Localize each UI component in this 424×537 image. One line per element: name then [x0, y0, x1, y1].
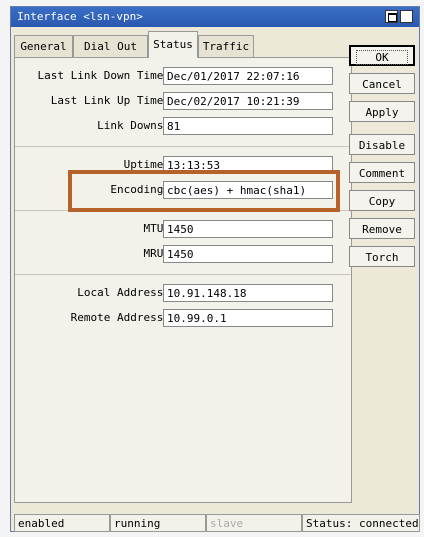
last-link-down-time-value: Dec/01/2017 22:07:16 — [163, 67, 333, 85]
local-address-value: 10.91.148.18 — [163, 284, 333, 302]
window-title: Interface <lsn-vpn> — [17, 10, 143, 23]
field-local-address: Local Address: 10.91.148.18 — [15, 284, 353, 302]
field-label: Last Link Down Time: — [37, 69, 170, 82]
encoding-value: cbc(aes) + hmac(sha1) — [163, 181, 333, 199]
status-running: running — [110, 514, 206, 532]
tab-traffic[interactable]: Traffic — [198, 35, 254, 57]
link-downs-value: 81 — [163, 117, 333, 135]
mtu-value: 1450 — [163, 220, 333, 238]
separator — [15, 146, 351, 147]
remove-button[interactable]: Remove — [349, 218, 415, 239]
disable-button[interactable]: Disable — [349, 134, 415, 155]
field-uptime: Uptime: 13:13:53 — [15, 156, 353, 174]
field-label: Remote Address: — [70, 311, 170, 324]
field-label: Link Downs: — [97, 119, 170, 132]
field-label: Local Address: — [77, 286, 170, 299]
tab-general[interactable]: General — [14, 35, 73, 57]
field-remote-address: Remote Address: 10.99.0.1 — [15, 309, 353, 327]
tab-status[interactable]: Status — [148, 31, 198, 58]
field-last-link-up-time: Last Link Up Time: Dec/02/2017 10:21:39 — [15, 92, 353, 110]
title-bar[interactable]: Interface <lsn-vpn> ✕ — [11, 7, 419, 27]
torch-button[interactable]: Torch — [349, 246, 415, 267]
last-link-up-time-value: Dec/02/2017 10:21:39 — [163, 92, 333, 110]
separator — [15, 274, 351, 275]
copy-button[interactable]: Copy — [349, 190, 415, 211]
cancel-button[interactable]: Cancel — [349, 73, 415, 94]
comment-button[interactable]: Comment — [349, 162, 415, 183]
status-bar: enabled running slave Status: connected — [14, 514, 420, 532]
field-encoding: Encoding: cbc(aes) + hmac(sha1) — [15, 181, 353, 199]
status-slave: slave — [206, 514, 302, 532]
field-mru: MRU: 1450 — [15, 245, 353, 263]
ok-button[interactable]: OK — [349, 45, 415, 66]
field-mtu: MTU: 1450 — [15, 220, 353, 238]
status-connected: Status: connected — [302, 514, 420, 532]
mru-value: 1450 — [163, 245, 333, 263]
uptime-value: 13:13:53 — [163, 156, 333, 174]
remote-address-value: 10.99.0.1 — [163, 309, 333, 327]
apply-button[interactable]: Apply — [349, 101, 415, 122]
status-enabled: enabled — [14, 514, 110, 532]
maximize-icon[interactable] — [385, 10, 398, 23]
tab-dial-out[interactable]: Dial Out — [73, 35, 148, 57]
field-label: Last Link Up Time: — [50, 94, 170, 107]
close-icon[interactable]: ✕ — [400, 10, 413, 23]
field-link-downs: Link Downs: 81 — [15, 117, 353, 135]
status-panel: Last Link Down Time: Dec/01/2017 22:07:1… — [14, 57, 352, 503]
separator — [15, 210, 351, 211]
field-label: Encoding: — [110, 183, 170, 196]
field-last-link-down-time: Last Link Down Time: Dec/01/2017 22:07:1… — [15, 67, 353, 85]
ok-label: OK — [356, 50, 408, 65]
